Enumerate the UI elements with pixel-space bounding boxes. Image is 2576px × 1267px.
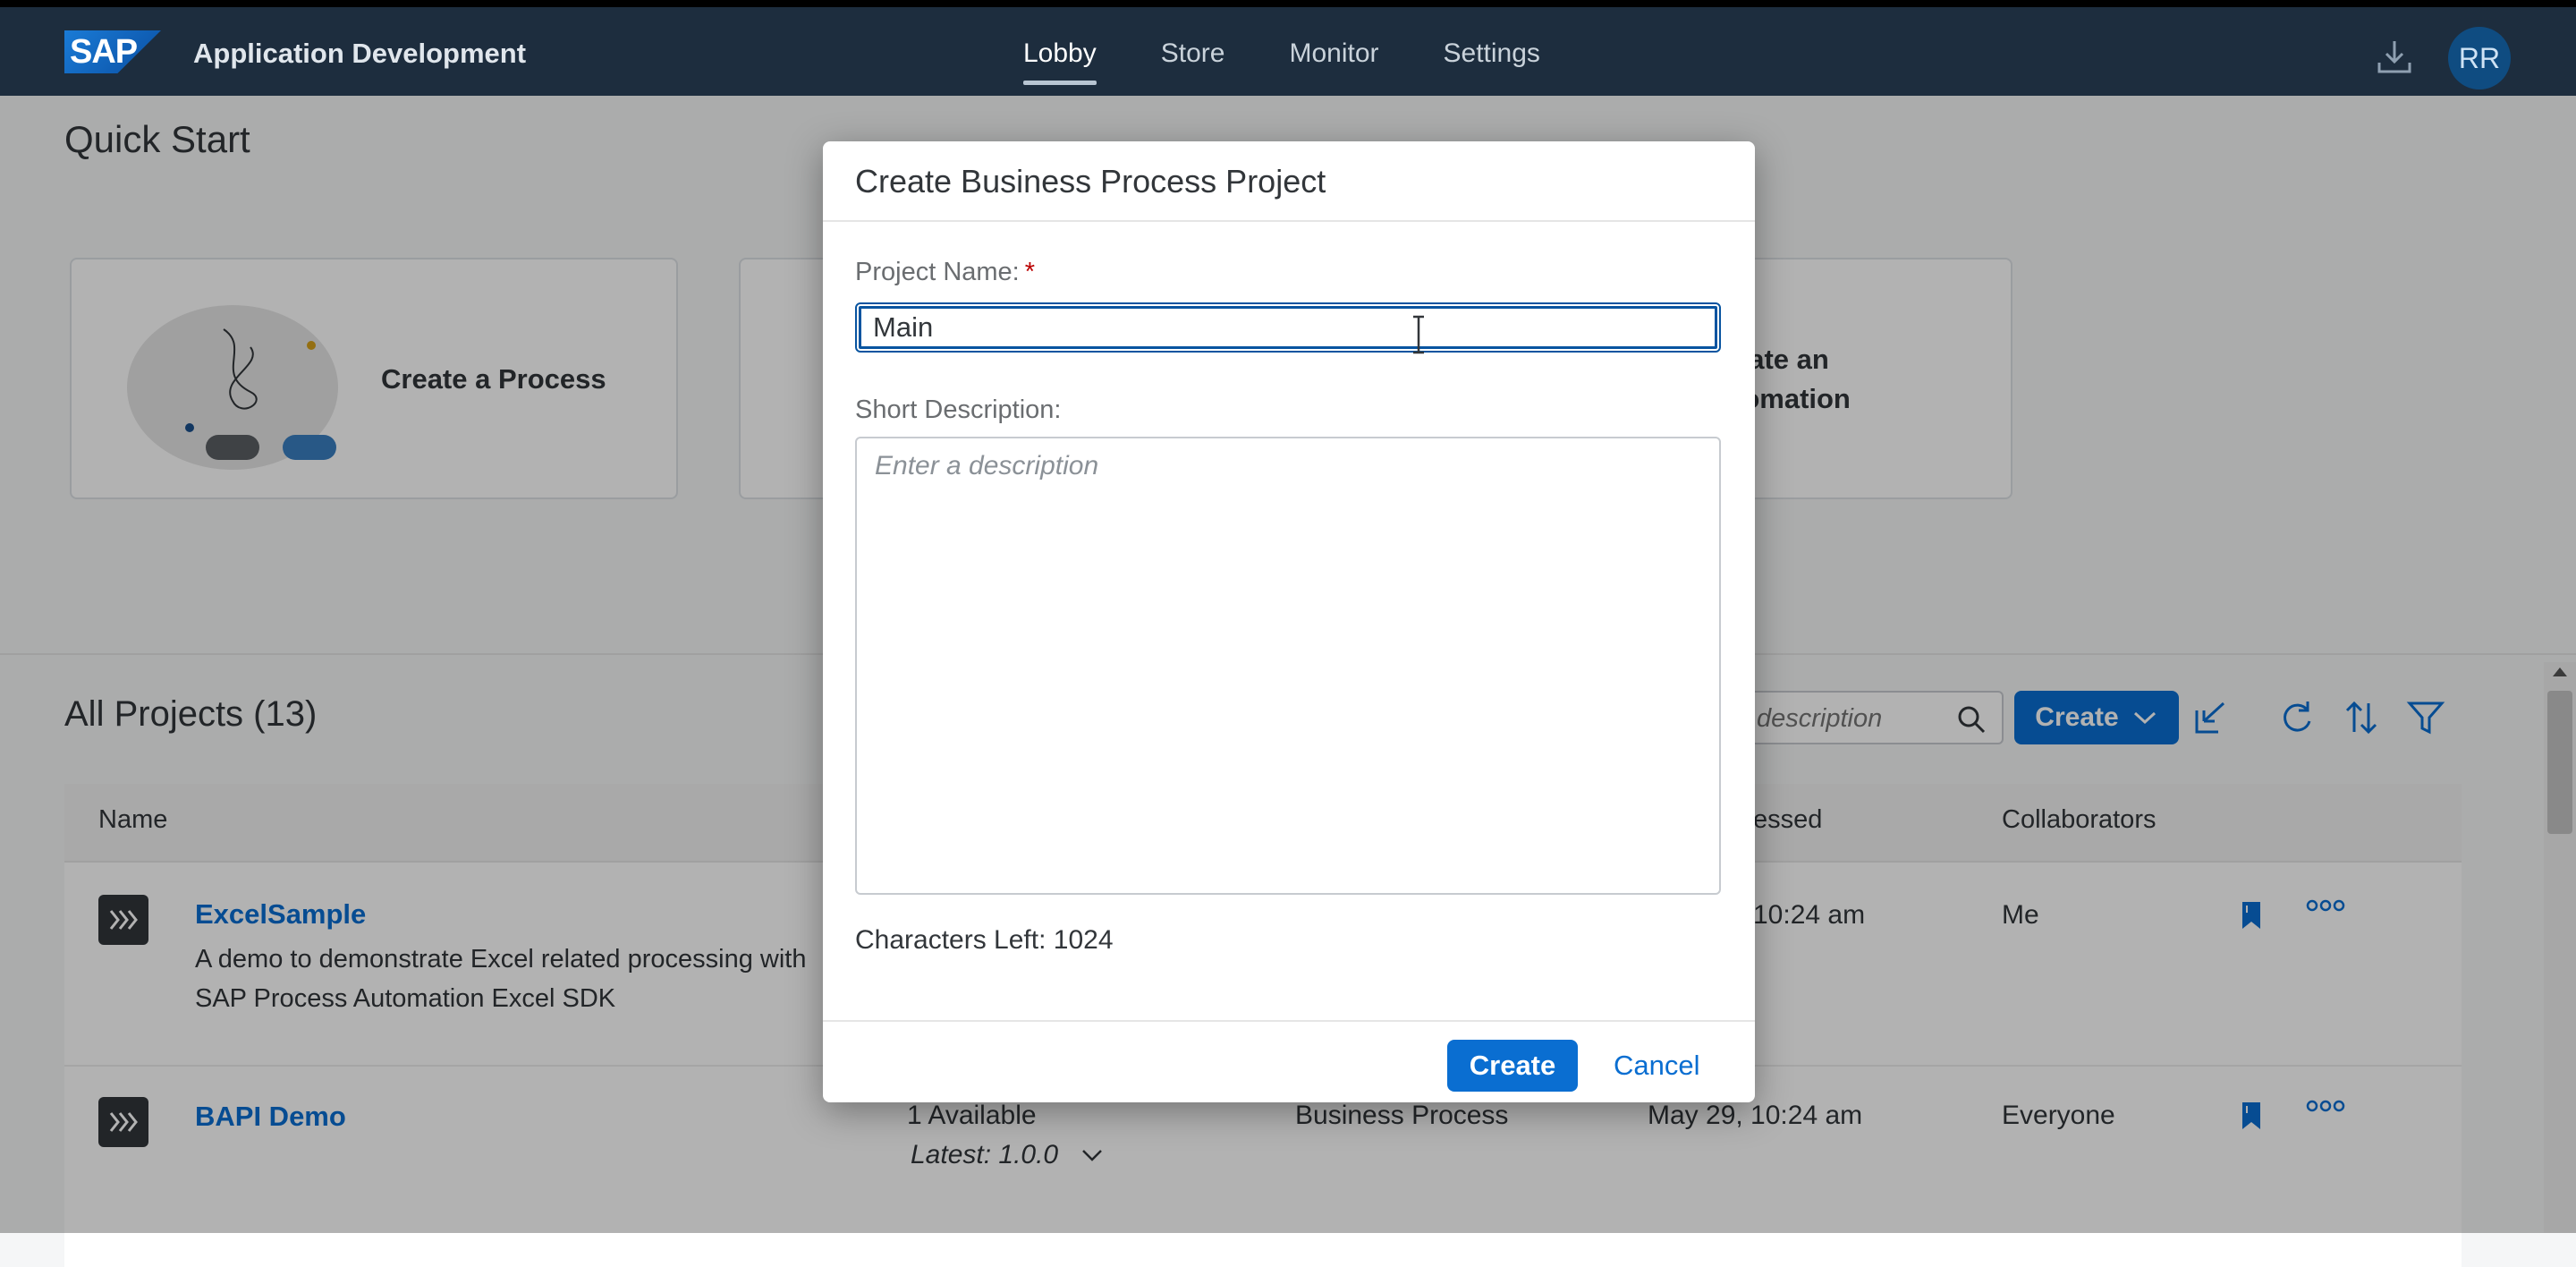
- nav-tab-lobby[interactable]: Lobby: [1023, 7, 1097, 96]
- nav-tab-monitor[interactable]: Monitor: [1289, 7, 1378, 96]
- top-nav: Lobby Store Monitor Settings: [1023, 7, 1605, 96]
- required-mark: *: [1024, 258, 1036, 286]
- user-avatar[interactable]: RR: [2448, 27, 2511, 89]
- characters-left: Characters Left: 1024: [855, 925, 1114, 955]
- create-project-dialog: Create Business Process Project Project …: [823, 141, 1755, 1102]
- dialog-create-button[interactable]: Create: [1447, 1040, 1578, 1092]
- dialog-cancel-button[interactable]: Cancel: [1614, 1040, 1700, 1092]
- project-name-label: Project Name: *: [855, 258, 1035, 287]
- nav-tab-settings[interactable]: Settings: [1444, 7, 1540, 96]
- project-name-label-text: Project Name:: [855, 258, 1020, 286]
- shell-bar: SAP Application Development Lobby Store …: [0, 0, 2576, 96]
- project-name-input[interactable]: [855, 302, 1721, 353]
- short-description-input[interactable]: [855, 437, 1721, 895]
- dialog-title: Create Business Process Project: [855, 163, 1326, 200]
- nav-tab-store[interactable]: Store: [1161, 7, 1225, 96]
- text-cursor-icon: [1413, 315, 1424, 354]
- app-title: Application Development: [193, 38, 527, 69]
- sap-logo[interactable]: SAP: [64, 30, 161, 73]
- dialog-footer: Create Cancel: [823, 1020, 1755, 1102]
- dialog-header: Create Business Process Project: [823, 141, 1755, 222]
- download-icon[interactable]: [2375, 38, 2414, 77]
- short-description-label: Short Description:: [855, 395, 1062, 424]
